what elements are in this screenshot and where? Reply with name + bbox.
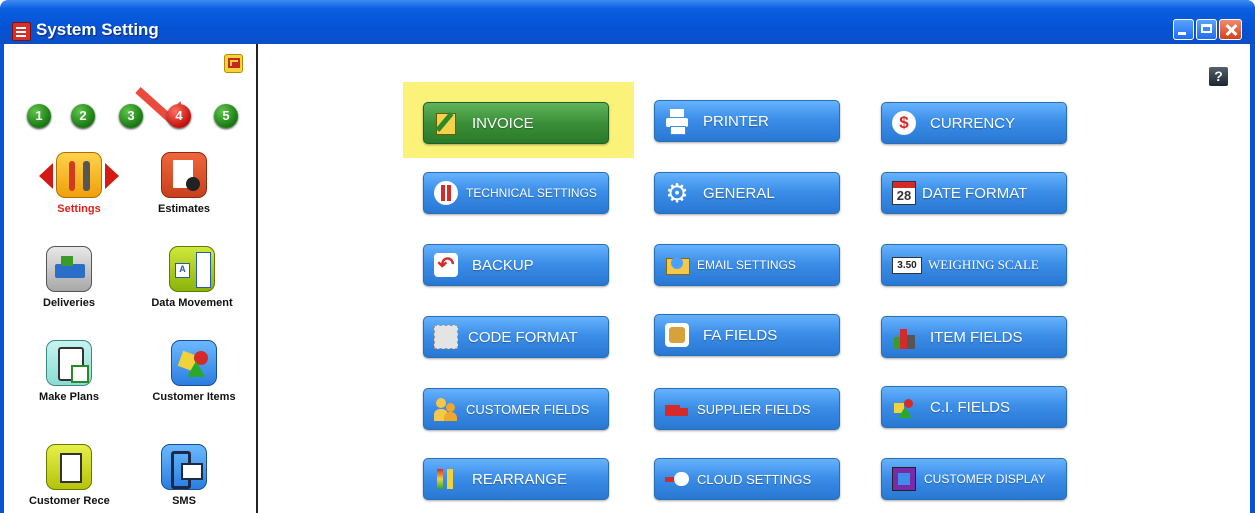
supplier-fields-button[interactable]: SUPPLIER FIELDS	[654, 388, 840, 430]
shapes-icon	[892, 395, 916, 419]
module-label: Customer Items	[152, 391, 236, 403]
close-button[interactable]	[1219, 19, 1242, 40]
gear-icon: ⚙	[665, 178, 689, 208]
minimize-button[interactable]	[1173, 19, 1194, 40]
document-check-icon	[161, 152, 207, 198]
code-format-button[interactable]: CODE FORMAT	[423, 316, 609, 358]
module-label: SMS	[172, 495, 196, 507]
module-estimates[interactable]: Estimates	[144, 152, 224, 215]
window-frame-right	[1250, 44, 1255, 513]
help-button[interactable]: ?	[1209, 67, 1228, 86]
page-button-2[interactable]: 2	[71, 104, 95, 128]
module-label: Make Plans	[39, 391, 99, 403]
general-button[interactable]: ⚙ GENERAL	[654, 172, 840, 214]
technical-settings-button[interactable]: TECHNICAL SETTINGS	[423, 172, 609, 214]
envelope-icon	[665, 253, 690, 277]
module-customer-items[interactable]: Customer Items	[144, 340, 244, 403]
rearrange-button[interactable]: REARRANGE	[423, 458, 609, 500]
undo-arrow-icon: ↶	[434, 253, 458, 277]
title-bar: System Setting	[0, 0, 1255, 44]
code-grid-icon	[434, 325, 458, 349]
page-button-5[interactable]: 5	[214, 104, 238, 128]
rearrange-icon	[434, 467, 458, 491]
data-transfer-icon: A	[169, 246, 215, 292]
dollar-icon: $	[892, 111, 916, 135]
weighing-scale-button[interactable]: 3.50 WEIGHING SCALE	[881, 244, 1067, 286]
module-data-movement[interactable]: A Data Movement	[144, 246, 240, 309]
clipboard-check-icon	[46, 340, 92, 386]
cloud-settings-button[interactable]: CLOUD SETTINGS	[654, 458, 840, 500]
module-deliveries[interactable]: Deliveries	[29, 246, 109, 309]
maximize-button[interactable]	[1196, 19, 1217, 40]
module-sms[interactable]: SMS	[144, 444, 224, 507]
mobile-message-icon	[161, 444, 207, 490]
module-make-plans[interactable]: Make Plans	[29, 340, 109, 403]
display-square-icon	[892, 467, 916, 491]
invoice-button[interactable]: INVOICE	[423, 102, 609, 144]
tools-icon	[434, 181, 458, 205]
invoice-pen-icon	[434, 111, 458, 135]
module-label: Settings	[57, 203, 101, 215]
scale-display-icon: 3.50	[892, 253, 922, 277]
wrench-screwdriver-icon	[39, 152, 119, 198]
module-customer-receipts[interactable]: Customer Rece	[29, 444, 110, 507]
items-icon	[892, 325, 916, 349]
cloud-arrow-icon	[665, 467, 689, 491]
sidebar: 1 2 3 4 5 Settings Estimates Deliveries …	[4, 44, 258, 513]
receipt-icon	[46, 444, 92, 490]
module-label: Estimates	[158, 203, 210, 215]
backup-button[interactable]: ↶ BACKUP	[423, 244, 609, 286]
truck-icon	[665, 397, 689, 421]
email-settings-button[interactable]: EMAIL SETTINGS	[654, 244, 840, 286]
item-fields-button[interactable]: ITEM FIELDS	[881, 316, 1067, 358]
module-settings[interactable]: Settings	[39, 152, 119, 215]
printer-button[interactable]: PRINTER	[654, 100, 840, 142]
collapse-icon[interactable]	[224, 54, 243, 73]
page-button-1[interactable]: 1	[27, 104, 51, 128]
database-icon	[665, 323, 689, 347]
previous-arrow-icon[interactable]	[39, 163, 53, 189]
window-title: System Setting	[36, 20, 159, 39]
currency-button[interactable]: $ CURRENCY	[881, 102, 1067, 144]
ci-fields-button[interactable]: C.I. FIELDS	[881, 386, 1067, 428]
module-label: Data Movement	[151, 297, 233, 309]
shapes-icon	[171, 340, 217, 386]
printer-icon	[665, 109, 689, 135]
module-label: Deliveries	[43, 297, 95, 309]
module-label: Customer Rece	[29, 495, 110, 507]
users-icon	[434, 397, 458, 421]
customer-display-button[interactable]: CUSTOMER DISPLAY	[881, 458, 1067, 500]
next-arrow-icon[interactable]	[105, 163, 119, 189]
customer-fields-button[interactable]: CUSTOMER FIELDS	[423, 388, 609, 430]
page-button-4[interactable]: 4	[167, 104, 191, 128]
delivery-truck-icon	[46, 246, 92, 292]
fa-fields-button[interactable]: FA FIELDS	[654, 314, 840, 356]
calendar-icon: 28	[892, 181, 916, 205]
page-button-3[interactable]: 3	[119, 104, 143, 128]
app-icon	[12, 22, 31, 41]
date-format-button[interactable]: 28 DATE FORMAT	[881, 172, 1067, 214]
